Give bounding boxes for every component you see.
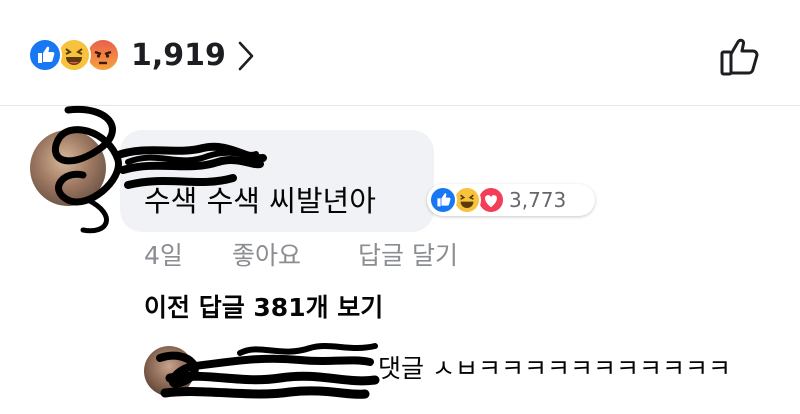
- reaction-summary[interactable]: 1,919: [28, 34, 768, 78]
- reply-button[interactable]: 답글 달기: [358, 240, 458, 272]
- comment-reactions[interactable]: 3,773: [427, 184, 595, 216]
- like-icon: [429, 186, 457, 214]
- thumbs-up-icon[interactable]: [718, 34, 762, 82]
- comment-reaction-count: 3,773: [509, 188, 567, 212]
- angry-icon: [86, 38, 120, 72]
- view-previous-replies-link[interactable]: 이전 답글 381개 보기: [144, 292, 383, 324]
- comment-text: 수색 수색 씨발년아: [144, 184, 376, 218]
- reply-text: 댓글 ㅅㅂㅋㅋㅋㅋㅋㅋㅋㅋㅋㅋㅋ: [378, 354, 731, 383]
- comment-timestamp: 4일: [144, 241, 183, 270]
- censor-scribble: [156, 343, 380, 399]
- chevron-right-icon[interactable]: [234, 40, 258, 76]
- like-button[interactable]: 좋아요: [232, 240, 301, 272]
- censor-scribble: [52, 105, 267, 234]
- reaction-total: 1,919: [131, 38, 226, 73]
- haha-icon: [453, 186, 481, 214]
- like-icon: [28, 38, 62, 72]
- love-icon: [477, 186, 505, 214]
- haha-icon: [57, 38, 91, 72]
